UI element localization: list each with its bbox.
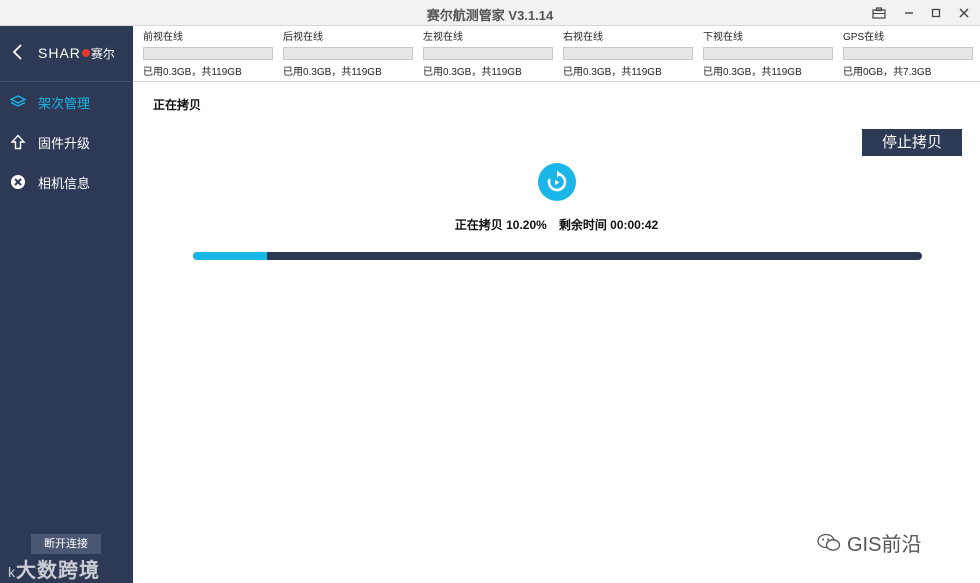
sidebar-item-label: 相机信息 [38, 175, 91, 191]
status-front-camera: 前视在线 已用0.3GB，共119GB [143, 32, 273, 78]
status-rear-camera: 后视在线 已用0.3GB，共119GB [283, 32, 413, 78]
watermark-prefix: k [8, 564, 16, 580]
status-label: 左视在线 [423, 32, 463, 43]
disconnect-button[interactable]: 断开连接 [31, 534, 101, 554]
storage-bar [703, 47, 833, 60]
logo-text-cn: 赛尔 [90, 47, 115, 61]
brand-header: SHAR 赛尔 [0, 26, 133, 82]
window-title: 赛尔航测管家 V3.1.14 [426, 8, 554, 23]
storage-bar [563, 47, 693, 60]
storage-usage: 已用0.3GB，共119GB [423, 67, 522, 78]
title-bar: 赛尔航测管家 V3.1.14 [0, 0, 980, 26]
storage-usage: 已用0.3GB，共119GB [703, 67, 802, 78]
wechat-icon [817, 533, 841, 553]
status-down-camera: 下视在线 已用0.3GB，共119GB [703, 32, 833, 78]
minimize-icon[interactable] [898, 3, 920, 23]
status-label: 下视在线 [703, 32, 743, 43]
camera-info-icon [10, 174, 26, 190]
storage-bar [423, 47, 553, 60]
toolbox-icon[interactable] [868, 3, 890, 23]
back-chevron-icon[interactable] [10, 42, 26, 62]
watermark-text: 大数跨境 [16, 560, 100, 582]
status-gps: GPS在线 已用0GB，共7.3GB [843, 32, 973, 78]
status-label: 右视在线 [563, 32, 603, 43]
storage-bar [283, 47, 413, 60]
main-panel: 正在拷贝 停止拷贝 正在拷贝 10.20% 剩余时间 00:00:42 GIS前沿 [133, 82, 980, 583]
progress-bar [193, 252, 922, 260]
stop-copy-button[interactable]: 停止拷贝 [862, 129, 962, 156]
watermark-left: k大数跨境 [8, 554, 100, 583]
upload-arrow-icon [10, 134, 26, 150]
sidebar-item-flight-management[interactable]: 架次管理 [0, 84, 133, 120]
storage-usage: 已用0GB，共7.3GB [843, 67, 932, 78]
status-label: GPS在线 [843, 32, 885, 43]
progress-bar-fill [193, 252, 268, 260]
refresh-spinner-icon [538, 163, 576, 201]
storage-bar [143, 47, 273, 60]
status-label: 前视在线 [143, 32, 183, 43]
app-logo: SHAR 赛尔 [38, 45, 115, 62]
status-left-camera: 左视在线 已用0.3GB，共119GB [423, 32, 553, 78]
device-status-bar: 前视在线 已用0.3GB，共119GB 后视在线 已用0.3GB，共119GB … [133, 26, 980, 82]
maximize-icon[interactable] [925, 3, 947, 23]
logo-mark-icon [81, 49, 90, 57]
layers-icon [10, 94, 26, 110]
watermark-right: GIS前沿 [817, 528, 921, 557]
progress-percent: 正在拷贝 10.20% [454, 218, 547, 232]
status-label: 后视在线 [283, 32, 323, 43]
page-title: 正在拷贝 [153, 98, 202, 112]
storage-usage: 已用0.3GB，共119GB [563, 67, 662, 78]
sidebar-item-camera-info[interactable]: 相机信息 [0, 164, 133, 200]
watermark-text: GIS前沿 [847, 534, 922, 556]
progress-status: 正在拷贝 10.20% 剩余时间 00:00:42 [133, 216, 980, 233]
close-icon[interactable] [953, 3, 975, 23]
storage-usage: 已用0.3GB，共119GB [283, 67, 382, 78]
status-right-camera: 右视在线 已用0.3GB，共119GB [563, 32, 693, 78]
sidebar-item-firmware-upgrade[interactable]: 固件升级 [0, 124, 133, 160]
sidebar: SHAR 赛尔 架次管理 固件升级 相机信息 断开连接 k大数跨境 [0, 26, 133, 583]
storage-bar [843, 47, 973, 60]
sidebar-item-label: 架次管理 [38, 95, 91, 111]
remaining-time: 剩余时间 00:00:42 [558, 218, 659, 232]
sidebar-item-label: 固件升级 [38, 135, 91, 151]
logo-text: SHAR [38, 45, 81, 61]
storage-usage: 已用0.3GB，共119GB [143, 67, 242, 78]
